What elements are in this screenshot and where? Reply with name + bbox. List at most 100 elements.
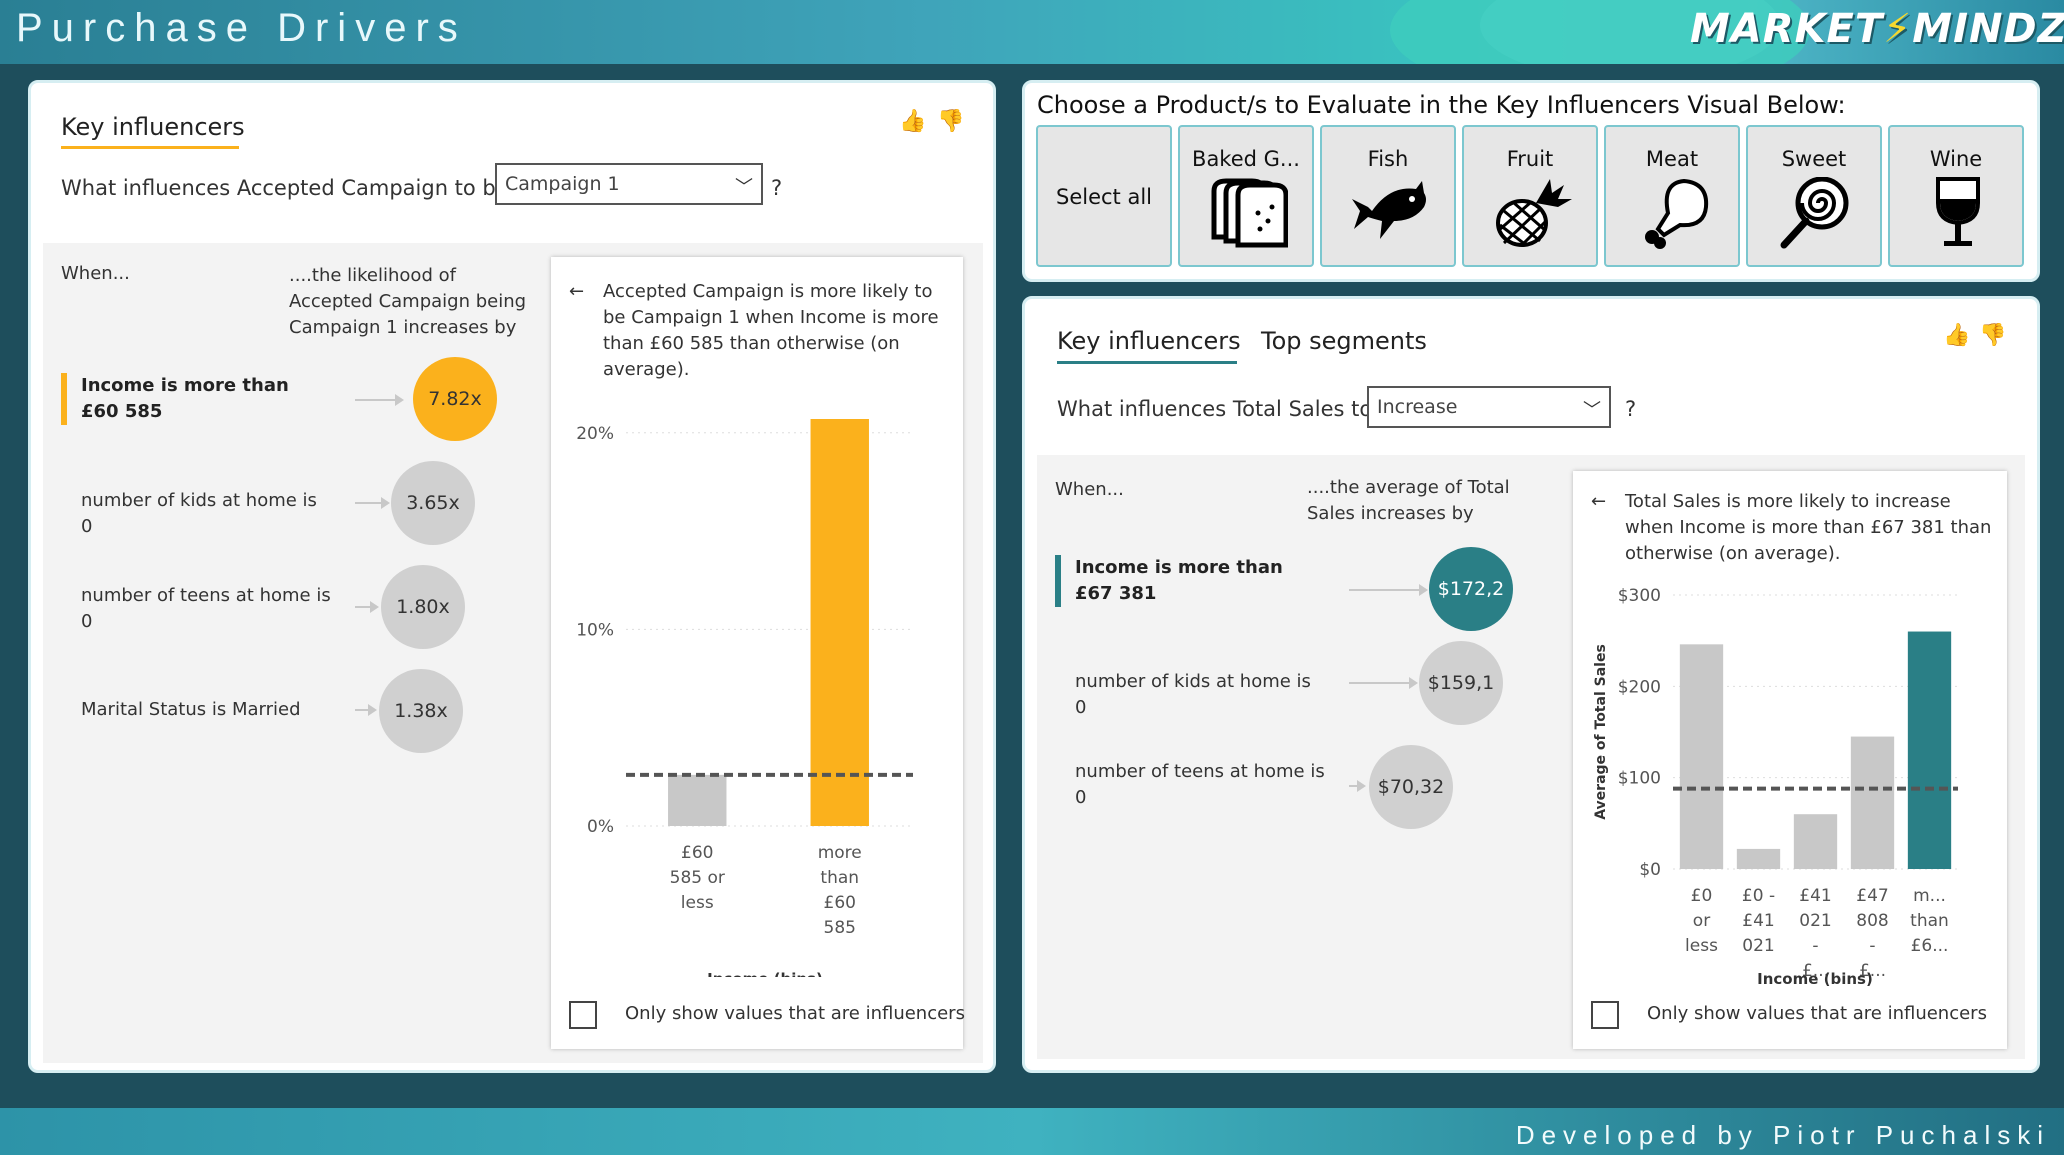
influencer-value-bubble[interactable]: $172,2 xyxy=(1429,547,1513,631)
active-tab-underline xyxy=(61,146,239,149)
only-influencers-label: Only show values that are influencers xyxy=(625,1003,965,1024)
product-tile-baked-goods[interactable]: Baked G... xyxy=(1178,125,1314,267)
x-tick-label: - xyxy=(1869,936,1875,956)
x-tick-label: or xyxy=(1693,911,1710,931)
x-axis-title: Income (bins) xyxy=(1757,970,1873,988)
brand-logo: MARKET⚡MINDZ xyxy=(1690,6,2064,52)
x-tick-label: - xyxy=(1812,936,1818,956)
influencer-value-bubble[interactable]: 7.82x xyxy=(413,357,497,441)
x-tick-label: £6... xyxy=(1911,936,1949,956)
lollipop-icon xyxy=(1780,177,1849,249)
wine-glass-icon xyxy=(1936,177,1980,246)
question-prefix: What influences Accepted Campaign to be xyxy=(61,176,509,200)
product-label: Meat xyxy=(1645,147,1699,171)
thumbs-down-icon[interactable]: 👎 xyxy=(937,109,964,134)
right-bar-chart: $0 $100 $200 $300 £0 or less £0 - £41 021 £41 021 - £… xyxy=(1593,586,1958,988)
col-effect-label: ....the likelihood of Accepted Campaign … xyxy=(289,265,527,338)
influencer-label[interactable]: number of teens at home is 0 xyxy=(1075,759,1325,811)
left-bar-chart: 0% 10% 20% £60 585 or less more than £60 585 Incom… xyxy=(576,419,913,977)
product-tile-fish[interactable]: Fish xyxy=(1320,125,1456,267)
influencer-value-bubble[interactable]: 3.65x xyxy=(391,461,475,545)
y-tick-label: $200 xyxy=(1618,677,1661,697)
drumstick-icon xyxy=(1645,178,1709,249)
product-tile-wine[interactable]: Wine xyxy=(1888,125,2024,267)
bar xyxy=(1907,631,1952,869)
influencer-value-bubble[interactable]: $70,32 xyxy=(1369,745,1453,829)
dropdown-value: Increase xyxy=(1377,396,1458,418)
detail-chart-card: ← Total Sales is more likely to increase… xyxy=(1573,471,2007,1049)
influencer-label[interactable]: number of kids at home is 0 xyxy=(1075,669,1325,721)
influencer-arrow-head xyxy=(1409,677,1418,689)
x-tick-label: 021 xyxy=(1799,911,1831,931)
only-influencers-checkbox[interactable] xyxy=(569,1001,597,1029)
influencer-arrow xyxy=(355,502,383,504)
influencer-label[interactable]: number of teens at home is 0 xyxy=(81,583,331,635)
influencer-arrow-head xyxy=(395,394,404,406)
fish-icon xyxy=(1352,181,1426,239)
chevron-down-icon: ﹀ xyxy=(1583,400,1601,421)
product-label: Select all xyxy=(1056,185,1152,209)
col-when-label: When... xyxy=(1055,479,1124,500)
y-tick-label: 10% xyxy=(576,620,614,640)
detail-chart-card: ← Accepted Campaign is more likely to be… xyxy=(551,257,965,1049)
influencers-area: When... ....the average of Total Sales i… xyxy=(1037,455,2025,1059)
product-tile-meat[interactable]: Meat xyxy=(1604,125,1740,267)
product-tile-select-all[interactable]: Select all xyxy=(1036,125,1172,267)
influencers-area: When... ....the likelihood of Accepted C… xyxy=(43,243,983,1063)
product-label: Fish xyxy=(1367,147,1409,171)
x-tick-label: m... xyxy=(1913,886,1946,906)
x-tick-label: 585 or xyxy=(670,868,725,888)
product-tile-fruit[interactable]: Fruit xyxy=(1462,125,1598,267)
y-tick-label: $100 xyxy=(1618,769,1661,789)
x-axis-title: Income (bins) xyxy=(707,970,823,977)
influencer-label[interactable]: Income is more than £60 585 xyxy=(81,373,291,425)
y-tick-label: 20% xyxy=(576,424,614,444)
right-key-influencers-panel: Key influencers Top segments 👍 👎 What in… xyxy=(1022,296,2040,1073)
dropdown-value: Campaign 1 xyxy=(505,173,620,195)
developer-credit: Developed by Piotr Puchalski xyxy=(1515,1120,2050,1150)
x-tick-label: more xyxy=(818,843,862,863)
bar xyxy=(1736,848,1781,869)
total-sales-dropdown[interactable]: Increase ﹀ xyxy=(1367,386,1611,428)
selected-influencer-marker xyxy=(61,373,67,425)
question-suffix: ? xyxy=(771,176,783,200)
tab-top-segments[interactable]: Top segments xyxy=(1261,327,1427,355)
col-when-label: When... xyxy=(61,263,130,284)
campaign-dropdown[interactable]: Campaign 1 ﹀ xyxy=(495,163,763,205)
only-influencers-label: Only show values that are influencers xyxy=(1647,1003,1987,1024)
y-axis-title: Average of Total Sales xyxy=(1593,644,1609,820)
x-tick-label: than xyxy=(1910,911,1949,931)
bar xyxy=(1793,814,1838,869)
selected-influencer-marker xyxy=(1055,555,1061,607)
only-influencers-checkbox[interactable] xyxy=(1591,1001,1619,1029)
influencer-value-bubble[interactable]: 1.80x xyxy=(381,565,465,649)
x-tick-label: £60 xyxy=(681,843,713,863)
influencer-label[interactable]: number of kids at home is 0 xyxy=(81,488,331,540)
y-tick-label: $0 xyxy=(1639,860,1661,880)
tab-key-influencers[interactable]: Key influencers xyxy=(61,113,245,141)
page-title: Purchase Drivers xyxy=(16,6,467,50)
influencer-arrow xyxy=(1349,682,1411,684)
influencer-arrow-head xyxy=(1357,780,1366,792)
bread-icon xyxy=(1211,178,1288,248)
x-tick-label: £41 xyxy=(1742,911,1774,931)
bar xyxy=(668,774,727,826)
product-tile-sweet[interactable]: Sweet xyxy=(1746,125,1882,267)
influencer-arrow xyxy=(355,399,397,401)
influencer-arrow-head xyxy=(1419,584,1428,596)
thumbs-down-icon[interactable]: 👎 xyxy=(1979,323,2006,348)
question-suffix: ? xyxy=(1625,397,1637,421)
tab-key-influencers[interactable]: Key influencers xyxy=(1057,327,1241,355)
thumbs-up-icon[interactable]: 👍 xyxy=(1943,323,1970,348)
x-tick-label: £41 xyxy=(1799,886,1831,906)
y-tick-label: $300 xyxy=(1618,586,1661,606)
influencer-label[interactable]: Income is more than £67 381 xyxy=(1075,555,1285,607)
active-tab-underline xyxy=(1057,361,1237,364)
influencer-value-bubble[interactable]: $159,1 xyxy=(1419,641,1503,725)
pineapple-icon xyxy=(1496,179,1572,247)
thumbs-up-icon[interactable]: 👍 xyxy=(899,109,926,134)
influencer-label[interactable]: Marital Status is Married xyxy=(81,697,331,723)
bar xyxy=(1850,736,1895,869)
influencer-value-bubble[interactable]: 1.38x xyxy=(379,669,463,753)
x-tick-label: 808 xyxy=(1856,911,1888,931)
